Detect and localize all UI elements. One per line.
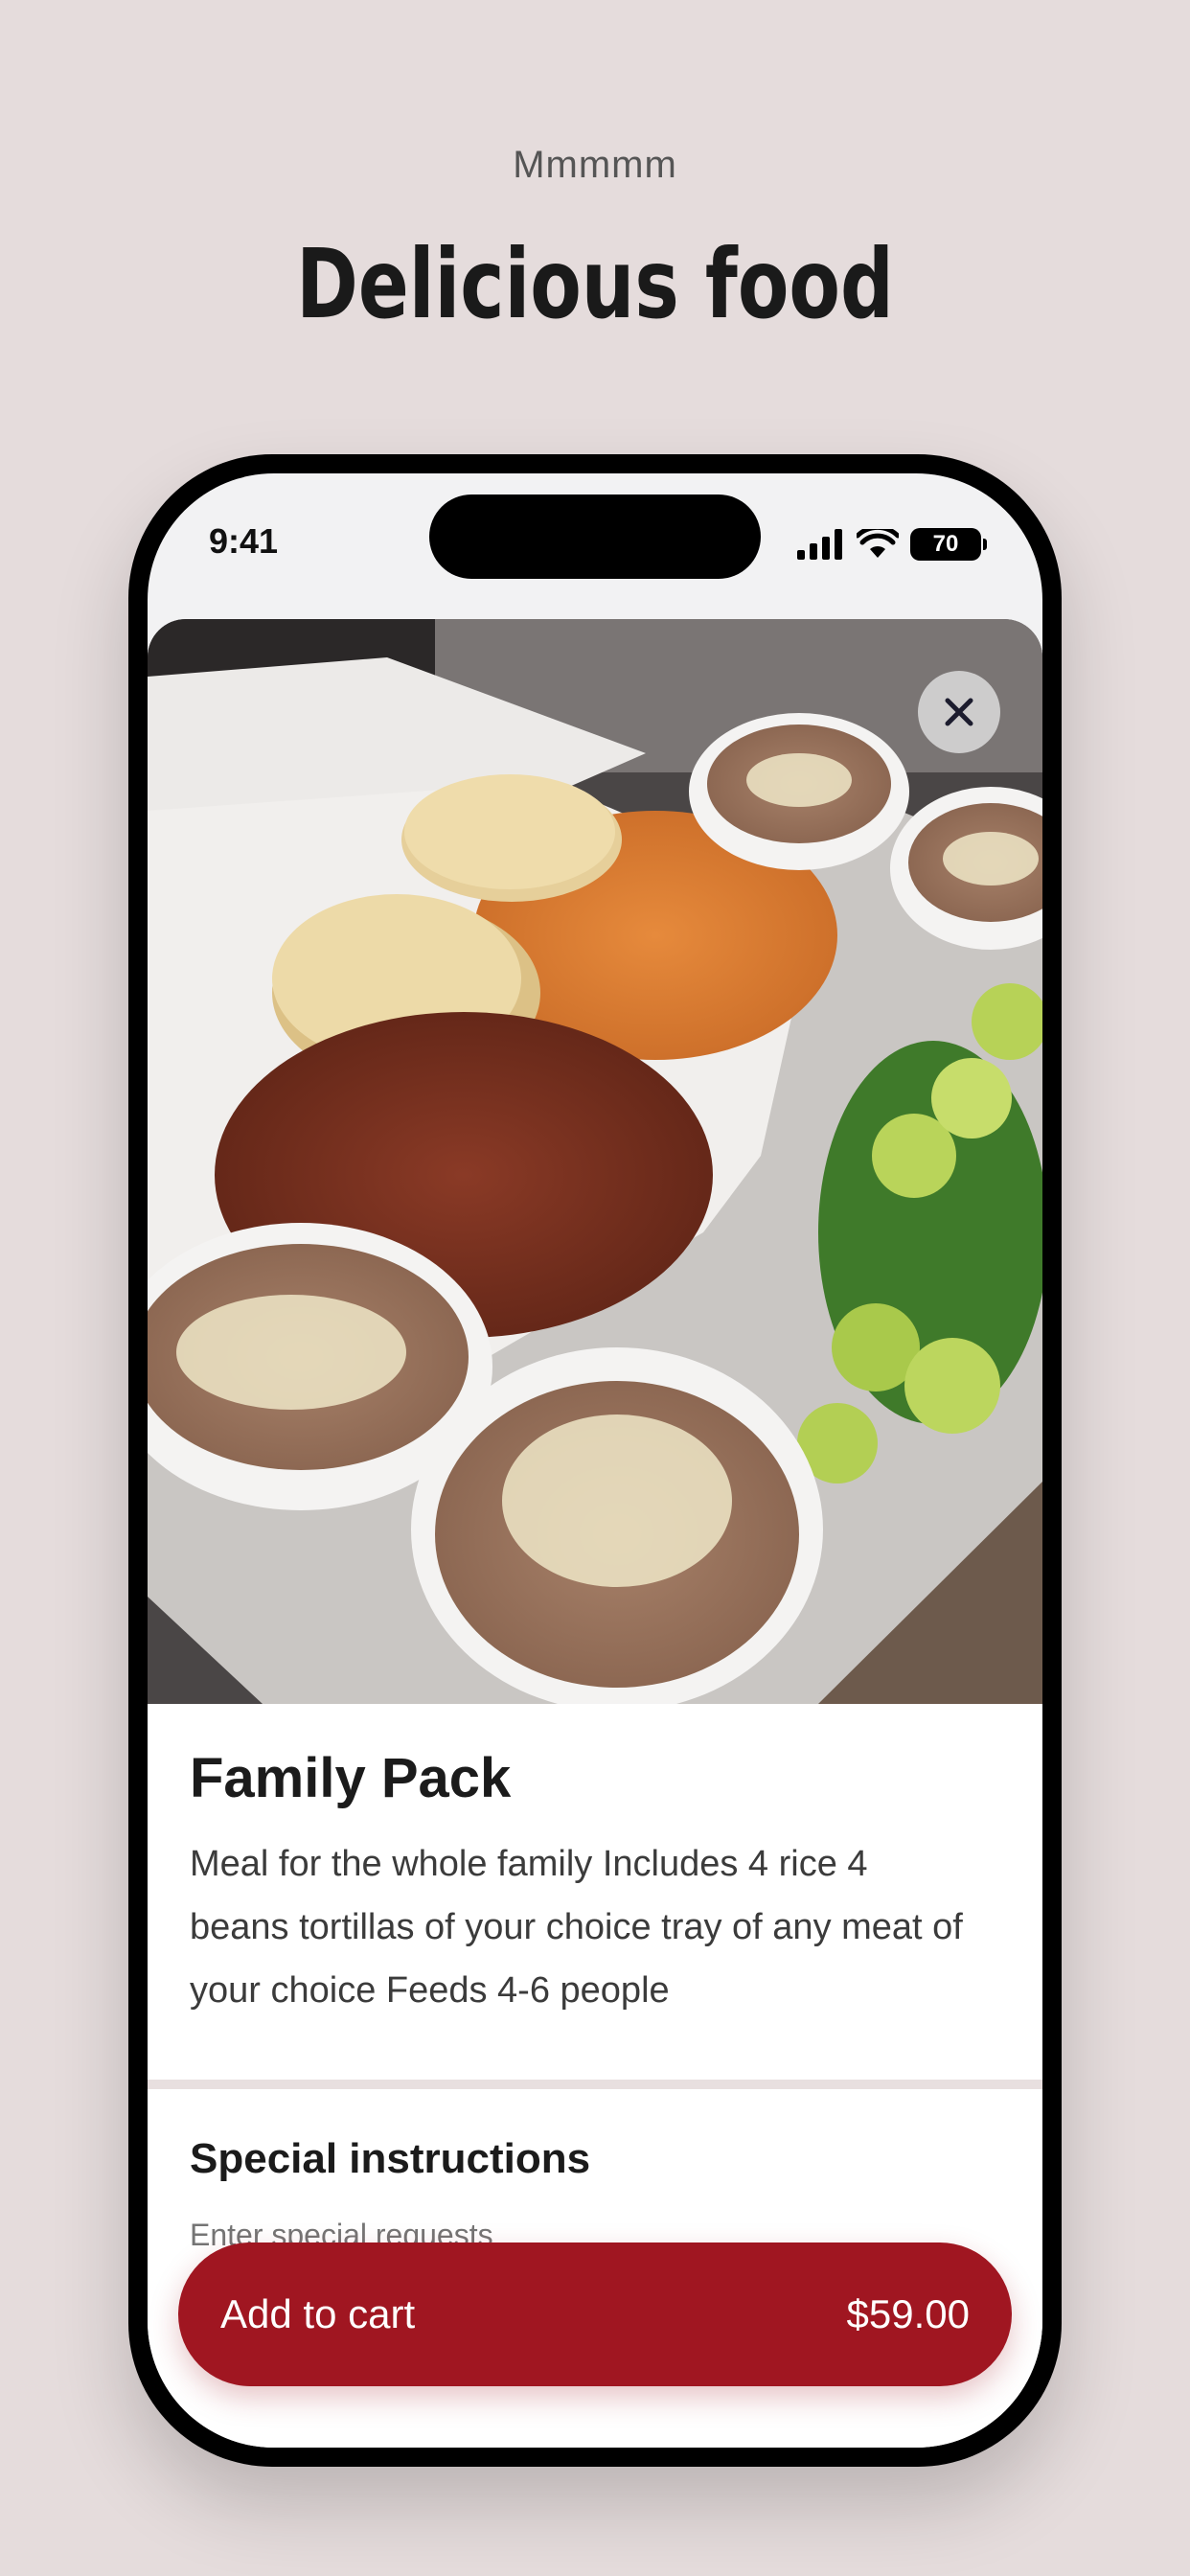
item-detail-sheet: Family Pack Meal for the whole family In…	[148, 619, 1042, 2448]
eyebrow-text: Mmmmm	[513, 144, 677, 186]
add-to-cart-button[interactable]: Add to cart $59.00	[178, 2242, 1012, 2386]
item-description: Meal for the whole family Includes 4 ric…	[190, 1844, 963, 2011]
add-to-cart-label: Add to cart	[220, 2291, 416, 2336]
phone-frame: 9:41 70 Family Pack Meal for the whole f…	[128, 454, 1062, 2467]
close-button[interactable]	[918, 671, 1000, 753]
status-icons: 70	[797, 527, 987, 562]
headline: Delicious food	[296, 228, 894, 340]
phone-screen: 9:41 70 Family Pack Meal for the whole f…	[148, 473, 1042, 2448]
battery-icon: 70	[910, 528, 987, 561]
wifi-icon	[857, 529, 899, 558]
status-time: 9:41	[209, 521, 279, 561]
close-icon	[945, 698, 973, 726]
special-instructions-title: Special instructions	[190, 2135, 591, 2182]
status-bar: 9:41 70	[148, 473, 1042, 617]
section-divider	[148, 2080, 1042, 2089]
item-title: Family Pack	[190, 1747, 512, 1809]
item-price: $59.00	[846, 2291, 970, 2336]
cellular-signal-icon	[797, 529, 842, 560]
food-photo	[148, 619, 1042, 1704]
dynamic-island	[429, 494, 761, 579]
